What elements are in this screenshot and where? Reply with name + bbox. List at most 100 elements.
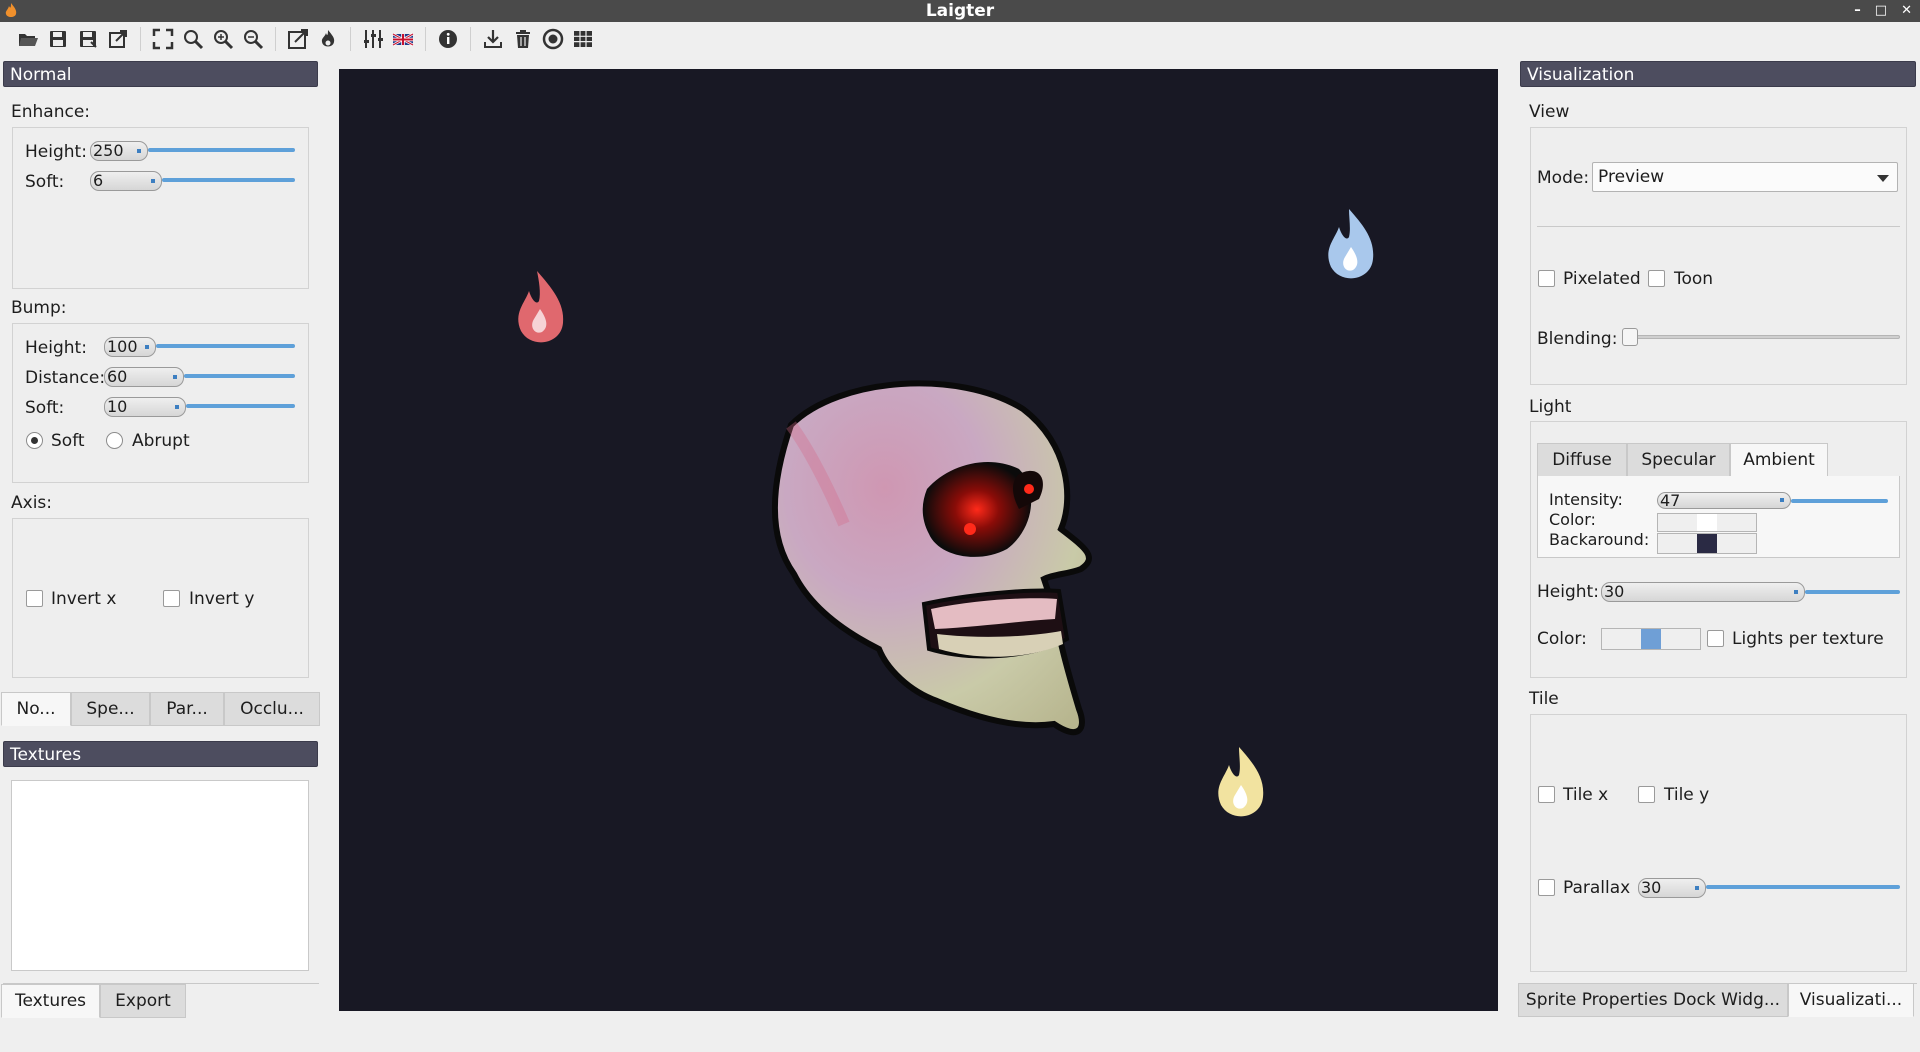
view-label: View xyxy=(1529,102,1570,122)
textures-list[interactable] xyxy=(11,780,309,971)
bump-soft-slider[interactable] xyxy=(186,404,295,408)
export-icon[interactable] xyxy=(106,27,130,51)
textures-bottom-tabs: Textures Export xyxy=(1,984,186,1018)
enhance-soft-value: 6 xyxy=(93,171,104,190)
toolbar-separator xyxy=(350,27,351,51)
ambient-color-swatch[interactable] xyxy=(1657,513,1757,532)
tab-export[interactable]: Export xyxy=(100,984,186,1018)
invert-y-checkbox[interactable] xyxy=(163,590,180,607)
close-icon[interactable]: ✕ xyxy=(1901,0,1912,22)
toolbar-separator xyxy=(470,27,471,51)
blending-slider[interactable] xyxy=(1624,335,1900,339)
download-icon[interactable] xyxy=(481,27,505,51)
light-icon[interactable] xyxy=(316,27,340,51)
toolbar-separator xyxy=(425,27,426,51)
tile-y-checkbox[interactable] xyxy=(1638,786,1655,803)
parallax-checkbox[interactable] xyxy=(1538,879,1555,896)
tab-sprite-properties[interactable]: Sprite Properties Dock Widg... xyxy=(1518,983,1788,1017)
red-light-icon[interactable] xyxy=(518,271,564,343)
save-icon[interactable] xyxy=(46,27,70,51)
bump-soft-label: Soft: xyxy=(25,398,65,418)
invert-x-label: Invert x xyxy=(51,589,117,609)
window-title: Laigter xyxy=(925,1,995,21)
tile-label: Tile xyxy=(1529,689,1559,709)
light-color-swatch[interactable] xyxy=(1601,628,1701,650)
delete-icon[interactable] xyxy=(511,27,535,51)
enhance-soft-slider[interactable] xyxy=(162,178,295,182)
minimize-icon[interactable]: – xyxy=(1854,0,1861,22)
enhance-height-label: Height: xyxy=(25,142,87,162)
light-label: Light xyxy=(1529,397,1572,417)
zoom-in-icon[interactable] xyxy=(211,27,235,51)
info-icon[interactable] xyxy=(436,27,460,51)
tab-specular-light[interactable]: Specular xyxy=(1627,443,1730,477)
save-as-icon[interactable] xyxy=(76,27,100,51)
blending-slider-handle[interactable] xyxy=(1622,328,1638,346)
light-height-value: 30 xyxy=(1604,582,1625,601)
bump-height-value: 100 xyxy=(107,337,138,356)
invert-x-checkbox[interactable] xyxy=(26,590,43,607)
light-tabs: Diffuse Specular Ambient xyxy=(1537,443,1828,477)
preview-canvas[interactable] xyxy=(339,69,1498,1011)
tab-textures[interactable]: Textures xyxy=(1,984,100,1018)
intensity-spinbox[interactable]: 47 xyxy=(1657,492,1791,509)
light-height-spinbox[interactable]: 30 xyxy=(1601,582,1805,602)
intensity-slider[interactable] xyxy=(1791,499,1888,503)
tile-x-checkbox[interactable] xyxy=(1538,786,1555,803)
parallax-slider[interactable] xyxy=(1706,885,1900,889)
language-flag-icon[interactable] xyxy=(391,27,415,51)
enhance-soft-spinbox[interactable]: 6 xyxy=(90,171,162,191)
bump-distance-slider[interactable] xyxy=(184,374,295,378)
target-icon[interactable] xyxy=(541,27,565,51)
tab-parallax[interactable]: Par... xyxy=(150,692,224,726)
blending-label: Blending: xyxy=(1537,329,1618,349)
tile-group xyxy=(1530,714,1907,972)
intensity-value: 47 xyxy=(1660,491,1681,510)
open-icon[interactable] xyxy=(16,27,40,51)
enhance-height-spinbox[interactable]: 250 xyxy=(90,141,148,161)
lights-per-texture-label: Lights per texture xyxy=(1732,629,1884,649)
bump-height-spinbox[interactable]: 100 xyxy=(104,337,156,357)
external-icon[interactable] xyxy=(286,27,310,51)
tab-normal[interactable]: No... xyxy=(1,692,71,726)
enhance-height-slider[interactable] xyxy=(148,148,295,152)
zoom-icon[interactable] xyxy=(181,27,205,51)
bump-distance-spinbox[interactable]: 60 xyxy=(104,367,184,387)
abrupt-radio[interactable] xyxy=(106,432,123,449)
background-label: Backaround: xyxy=(1549,530,1650,549)
tab-specular[interactable]: Spe... xyxy=(71,692,150,726)
bump-soft-value: 10 xyxy=(107,397,128,416)
maximize-icon[interactable]: □ xyxy=(1875,0,1887,22)
lights-per-texture-checkbox[interactable] xyxy=(1707,630,1724,647)
light-height-slider[interactable] xyxy=(1805,590,1900,594)
ambient-color-label: Color: xyxy=(1549,510,1596,529)
view-divider xyxy=(1537,226,1900,227)
tab-ambient[interactable]: Ambient xyxy=(1730,443,1828,477)
mode-label: Mode: xyxy=(1537,168,1590,188)
tab-occlusion[interactable]: Occlu... xyxy=(224,692,320,726)
blue-light-icon[interactable] xyxy=(1328,209,1374,279)
background-color-swatch[interactable] xyxy=(1657,533,1757,554)
fit-icon[interactable] xyxy=(151,27,175,51)
tab-diffuse[interactable]: Diffuse xyxy=(1537,443,1627,477)
sliders-icon[interactable] xyxy=(361,27,385,51)
yellow-light-icon[interactable] xyxy=(1218,747,1264,817)
soft-radio[interactable] xyxy=(26,432,43,449)
tab-visualization[interactable]: Visualizati... xyxy=(1788,983,1914,1017)
grid-icon[interactable] xyxy=(571,27,595,51)
parallax-label: Parallax xyxy=(1563,878,1631,898)
bump-distance-value: 60 xyxy=(107,367,128,386)
toolbar-separator xyxy=(140,27,141,51)
bump-height-slider[interactable] xyxy=(156,344,295,348)
mode-select[interactable]: Preview xyxy=(1592,162,1898,192)
parallax-spinbox[interactable]: 30 xyxy=(1638,878,1706,898)
tile-x-label: Tile x xyxy=(1563,785,1609,805)
pixelated-checkbox[interactable] xyxy=(1538,270,1555,287)
chevron-down-icon xyxy=(1877,175,1889,182)
zoom-out-icon[interactable] xyxy=(241,27,265,51)
light-color-label: Color: xyxy=(1537,629,1587,649)
abrupt-radio-label: Abrupt xyxy=(132,431,190,451)
bump-soft-spinbox[interactable]: 10 xyxy=(104,397,186,417)
intensity-label: Intensity: xyxy=(1549,490,1623,509)
toon-checkbox[interactable] xyxy=(1648,270,1665,287)
